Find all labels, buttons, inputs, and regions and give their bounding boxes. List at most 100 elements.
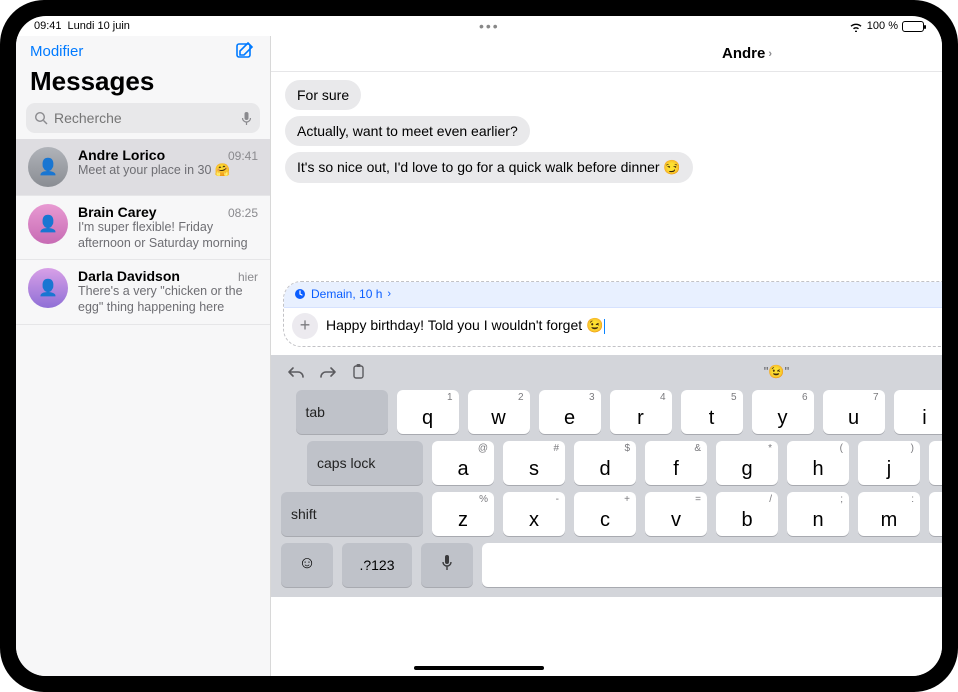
emoji-key[interactable]: ☺ — [281, 543, 333, 587]
compose-area: Demain, 10 h › × + Happy birthday! Told … — [283, 281, 942, 347]
key-hint: 5 — [731, 392, 737, 403]
redo-button[interactable] — [319, 365, 337, 379]
conversation-item[interactable]: 👤 Brain Carey 08:25 I'm super flexible! … — [16, 196, 270, 260]
key-h[interactable]: h( — [787, 441, 849, 485]
key-x[interactable]: x- — [503, 492, 565, 536]
key-w[interactable]: w2 — [468, 390, 530, 434]
dictation-icon[interactable] — [241, 111, 252, 126]
key-u[interactable]: u7 — [823, 390, 885, 434]
key-hint: # — [553, 443, 559, 454]
message-in[interactable]: For sure — [285, 80, 361, 110]
key-hint: 7 — [873, 392, 879, 403]
search-input[interactable] — [54, 110, 235, 126]
key-z[interactable]: z% — [432, 492, 494, 536]
tab-key[interactable]: tab — [296, 390, 388, 434]
shift-key-left[interactable]: shift — [281, 492, 423, 536]
undo-button[interactable] — [287, 365, 305, 379]
key-b[interactable]: b/ — [716, 492, 778, 536]
status-bar: 09:41 Lundi 10 juin ••• 100 % — [16, 16, 942, 36]
dictation-key[interactable] — [421, 543, 473, 587]
key-n[interactable]: n; — [787, 492, 849, 536]
key-hint: = — [695, 494, 701, 505]
conversation-preview: There's a very "chicken or the egg" thin… — [78, 284, 258, 315]
key-t[interactable]: t5 — [681, 390, 743, 434]
screen: 09:41 Lundi 10 juin ••• 100 % Modifier — [16, 16, 942, 676]
multitask-dots[interactable]: ••• — [130, 18, 849, 34]
sidebar: Modifier Messages — [16, 36, 271, 676]
conversation-time: hier — [238, 270, 258, 284]
avatar: 👤 — [28, 268, 68, 308]
schedule-label: Demain, 10 h — [311, 287, 382, 301]
conversation-item[interactable]: 👤 Andre Lorico 09:41 Meet at your place … — [16, 139, 270, 196]
keyboard-suggestion[interactable]: "😉" — [764, 364, 789, 380]
thread-title[interactable]: Andre › — [722, 45, 772, 62]
key-d[interactable]: d$ — [574, 441, 636, 485]
key-hint: @ — [478, 443, 488, 454]
key-q[interactable]: q1 — [397, 390, 459, 434]
key-hint: 4 — [660, 392, 666, 403]
message-in[interactable]: It's so nice out, I'd love to go for a q… — [285, 152, 693, 182]
key-hint: / — [769, 494, 772, 505]
key-r[interactable]: r4 — [610, 390, 672, 434]
space-key[interactable] — [482, 543, 942, 587]
search-icon — [34, 111, 48, 125]
battery-icon — [902, 21, 924, 32]
conversation-name: Andre Lorico — [78, 147, 165, 163]
key-hint: & — [694, 443, 701, 454]
key-s[interactable]: s# — [503, 441, 565, 485]
compose-button[interactable] — [234, 40, 256, 62]
battery-percent: 100 % — [867, 20, 898, 32]
conversation-list: 👤 Andre Lorico 09:41 Meet at your place … — [16, 139, 270, 676]
messages-scroll[interactable]: For sure Actually, want to meet even ear… — [271, 72, 942, 275]
compose-text-value: Happy birthday! Told you I wouldn't forg… — [326, 317, 603, 333]
status-time: 09:41 — [34, 20, 62, 32]
conversation-preview: Meet at your place in 30 🤗 — [78, 163, 258, 179]
key-hint: $ — [624, 443, 630, 454]
message-in[interactable]: Actually, want to meet even earlier? — [285, 116, 530, 146]
home-indicator[interactable] — [414, 666, 544, 670]
avatar: 👤 — [28, 147, 68, 187]
capslock-key[interactable]: caps lock — [307, 441, 423, 485]
key-hint: ; — [840, 494, 843, 505]
key-c[interactable]: c+ — [574, 492, 636, 536]
wifi-icon — [849, 21, 863, 32]
key-f[interactable]: f& — [645, 441, 707, 485]
key-g[interactable]: g* — [716, 441, 778, 485]
key-hint: 3 — [589, 392, 595, 403]
clipboard-button[interactable] — [351, 363, 366, 380]
key-m[interactable]: m: — [858, 492, 920, 536]
attach-button[interactable]: + — [292, 313, 318, 339]
search-field[interactable] — [26, 103, 260, 133]
key-y[interactable]: y6 — [752, 390, 814, 434]
key-e[interactable]: e3 — [539, 390, 601, 434]
key-k[interactable]: k' — [929, 441, 942, 485]
key-v[interactable]: v= — [645, 492, 707, 536]
thread-header: Andre › — [271, 36, 942, 72]
ipad-device-frame: 09:41 Lundi 10 juin ••• 100 % Modifier — [0, 0, 958, 692]
conversation-name: Brain Carey — [78, 204, 157, 220]
thread-pane: Andre › For sure Actually, want to meet … — [271, 36, 942, 676]
status-date: Lundi 10 juin — [68, 20, 130, 32]
clock-icon — [294, 288, 306, 300]
text-caret — [604, 319, 605, 334]
key-hint: ( — [840, 443, 843, 454]
conversation-time: 09:41 — [228, 149, 258, 163]
conversation-preview: I'm super flexible! Friday afternoon or … — [78, 220, 258, 251]
key-hint: + — [624, 494, 630, 505]
key-hint: % — [479, 494, 488, 505]
key-hint: * — [768, 443, 772, 454]
conversation-item[interactable]: 👤 Darla Davidson hier There's a very "ch… — [16, 260, 270, 324]
key-,[interactable]: ,! — [929, 492, 942, 536]
chevron-right-icon: › — [768, 48, 772, 60]
key-hint: - — [556, 494, 559, 505]
keyboard: "😉" AA tab q1w2e3r4t5y6u7i8o9p0delete ca… — [271, 355, 942, 597]
key-a[interactable]: a@ — [432, 441, 494, 485]
schedule-chip[interactable]: Demain, 10 h › × — [284, 282, 942, 308]
edit-button[interactable]: Modifier — [30, 43, 83, 60]
key-j[interactable]: j) — [858, 441, 920, 485]
key-i[interactable]: i8 — [894, 390, 943, 434]
key-hint: ) — [911, 443, 914, 454]
numeric-key-left[interactable]: .?123 — [342, 543, 412, 587]
avatar: 👤 — [28, 204, 68, 244]
compose-input[interactable]: Happy birthday! Told you I wouldn't forg… — [326, 317, 942, 334]
